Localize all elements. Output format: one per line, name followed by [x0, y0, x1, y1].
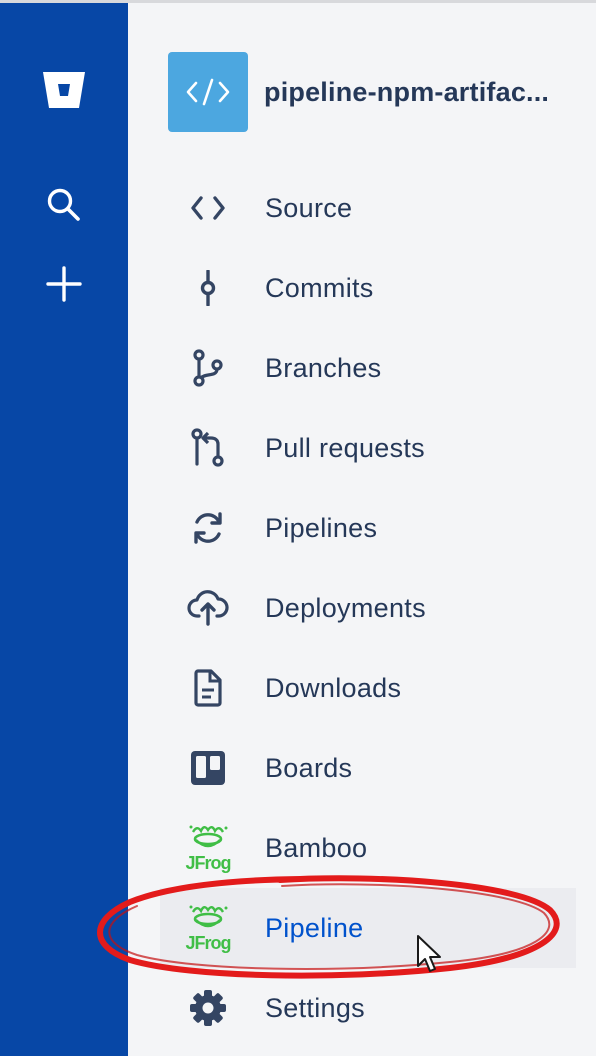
svg-text:JFrog: JFrog — [185, 853, 230, 873]
refresh-icon — [182, 502, 234, 554]
sidebar-item-label: Boards — [265, 752, 353, 783]
trello-board-icon — [182, 742, 234, 794]
sidebar-item-label: Pipeline — [265, 912, 364, 943]
sidebar-item-label: Pull requests — [265, 432, 425, 463]
sidebar-item-bamboo[interactable]: JFrog Bamboo — [160, 816, 576, 880]
bitbucket-logo-icon — [43, 72, 85, 108]
sidebar-item-label: Commits — [265, 272, 374, 303]
jfrog-logo-icon: JFrog — [182, 902, 234, 954]
sidebar-item-branches[interactable]: Branches — [160, 336, 576, 400]
sidebar-item-source[interactable]: Source — [160, 176, 576, 240]
sidebar-item-label: Downloads — [265, 672, 402, 703]
sidebar-item-label: Deployments — [265, 592, 426, 623]
pull-request-icon — [182, 422, 234, 474]
code-icon — [186, 78, 230, 106]
sidebar-item-label: Settings — [265, 992, 365, 1023]
cloud-upload-icon — [182, 582, 234, 634]
repo-name[interactable]: pipeline-npm-artifac... — [264, 77, 584, 108]
sidebar-item-boards[interactable]: Boards — [160, 736, 576, 800]
sidebar-item-pipelines[interactable]: Pipelines — [160, 496, 576, 560]
plus-icon — [46, 266, 82, 302]
sidebar-item-pull-requests[interactable]: Pull requests — [160, 416, 576, 480]
jfrog-logo-icon: JFrog — [182, 822, 234, 874]
sidebar-item-downloads[interactable]: Downloads — [160, 656, 576, 720]
sidebar-item-label: Source — [265, 192, 353, 223]
create-button[interactable] — [34, 254, 94, 314]
global-navigation — [0, 3, 128, 1056]
commit-icon — [182, 262, 234, 314]
svg-text:JFrog: JFrog — [185, 933, 230, 953]
sidebar-item-commits[interactable]: Commits — [160, 256, 576, 320]
sidebar-item-pipeline[interactable]: JFrog Pipeline — [160, 888, 576, 968]
search-icon — [47, 188, 80, 221]
sidebar-item-label: Bamboo — [265, 832, 368, 863]
search-button[interactable] — [34, 175, 94, 235]
repo-avatar[interactable] — [168, 52, 248, 132]
sidebar-item-settings[interactable]: Settings — [160, 976, 576, 1040]
sidebar-item-deployments[interactable]: Deployments — [160, 576, 576, 640]
branch-icon — [182, 342, 234, 394]
gear-icon — [182, 982, 234, 1034]
document-icon — [182, 662, 234, 714]
bitbucket-logo[interactable] — [34, 60, 94, 120]
repository-sidebar: pipeline-npm-artifac... Source Commits B… — [128, 3, 596, 1056]
sidebar-item-label: Pipelines — [265, 512, 378, 543]
code-icon — [182, 182, 234, 234]
sidebar-item-label: Branches — [265, 352, 382, 383]
